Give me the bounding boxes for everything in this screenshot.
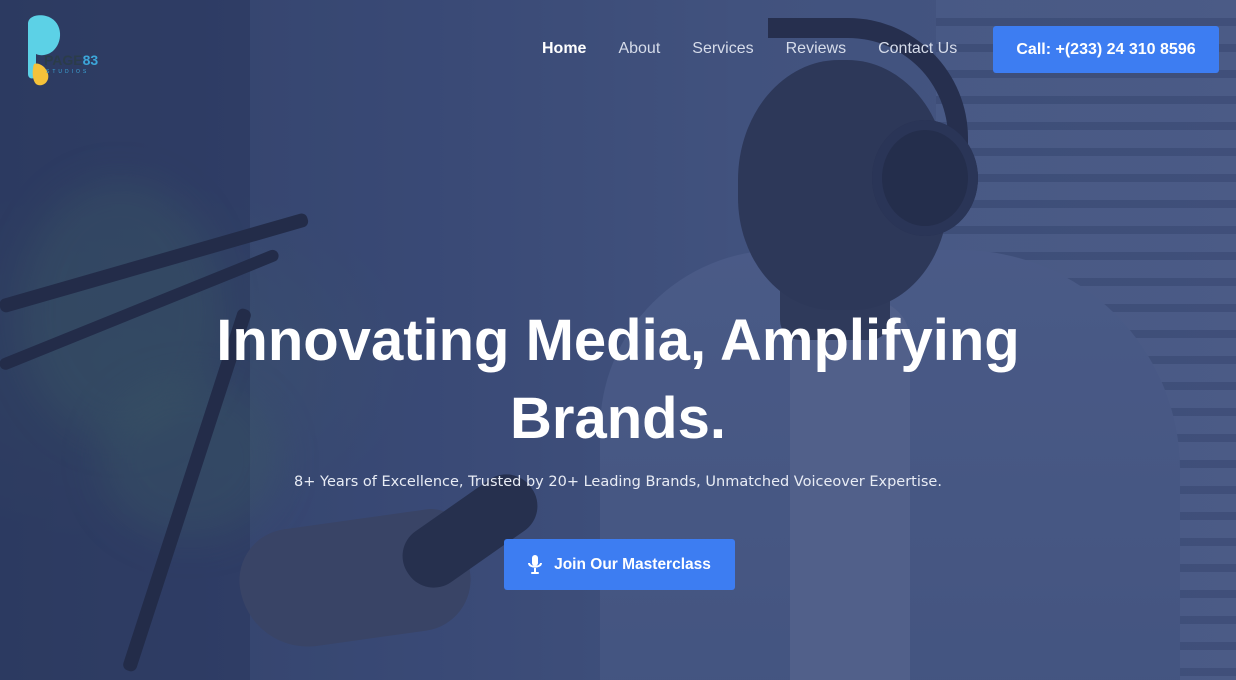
logo-subtext: STUDIOS xyxy=(46,69,90,75)
logo-number: 83 xyxy=(82,52,99,68)
hero-title: Innovating Media, Amplifying Brands. xyxy=(0,302,1236,458)
logo-wordmark: PAGE83 xyxy=(44,52,98,68)
hero-title-line-2: Brands. xyxy=(510,386,726,451)
nav-home[interactable]: Home xyxy=(542,40,586,58)
join-masterclass-label: Join Our Masterclass xyxy=(554,555,711,573)
nav-services[interactable]: Services xyxy=(692,40,753,58)
nav-about[interactable]: About xyxy=(618,40,660,58)
hero-title-line-1: Innovating Media, Amplifying xyxy=(216,308,1020,373)
logo-text: PAGE xyxy=(44,52,83,68)
microphone-icon xyxy=(528,554,543,574)
call-button[interactable]: Call: +(233) 24 310 8596 xyxy=(993,26,1219,73)
logo-mark-icon xyxy=(28,15,61,86)
call-button-label: Call: +(233) 24 310 8596 xyxy=(1016,40,1196,58)
main-nav: Home About Services Reviews Contact Us xyxy=(542,40,989,58)
nav-reviews[interactable]: Reviews xyxy=(786,40,846,58)
brand-logo[interactable]: PAGE83 STUDIOS xyxy=(24,14,114,88)
join-masterclass-button[interactable]: Join Our Masterclass xyxy=(504,539,735,590)
nav-contact-us[interactable]: Contact Us xyxy=(878,40,957,58)
hero-subtitle: 8+ Years of Excellence, Trusted by 20+ L… xyxy=(294,474,942,490)
